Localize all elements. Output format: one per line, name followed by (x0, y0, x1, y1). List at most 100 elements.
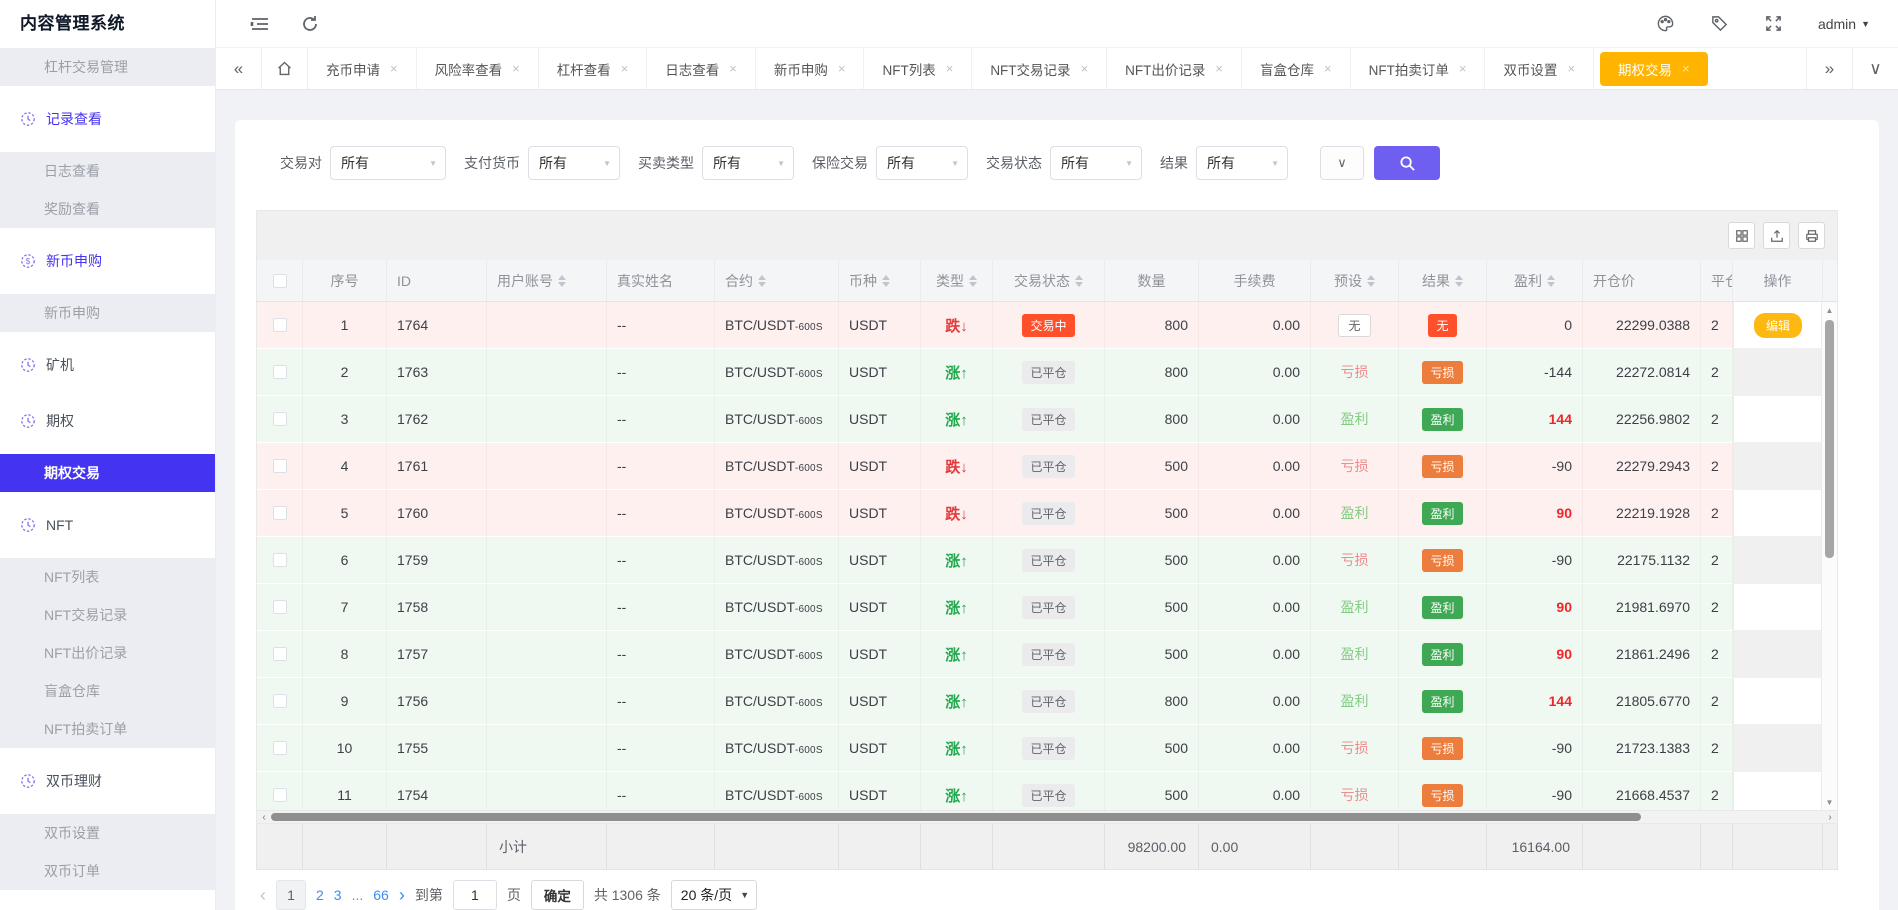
tab-期权交易[interactable]: 期权交易× (1600, 52, 1708, 86)
filter-select-0[interactable]: 所有▼ (330, 146, 446, 180)
tab-日志查看[interactable]: 日志查看× (647, 48, 756, 89)
row-checkbox[interactable] (273, 365, 287, 379)
scroll-up-icon[interactable]: ▲ (1822, 302, 1837, 318)
close-icon[interactable]: × (1081, 61, 1089, 76)
tab-充币申请[interactable]: 充币申请× (308, 48, 417, 89)
sort-icon[interactable] (1455, 275, 1463, 287)
tab-NFT交易记录[interactable]: NFT交易记录× (972, 48, 1107, 89)
sidebar-item-4[interactable]: $新币申购 (0, 238, 215, 284)
row-checkbox[interactable] (273, 647, 287, 661)
sidebar-item-1[interactable]: 记录查看 (0, 96, 215, 142)
sidebar-item-10[interactable]: NFT列表 (0, 558, 215, 596)
row-checkbox[interactable] (273, 553, 287, 567)
scroll-right-icon[interactable]: › (1823, 811, 1837, 823)
tab-NFT拍卖订单[interactable]: NFT拍卖订单× (1351, 48, 1486, 89)
goto-page-input[interactable] (453, 880, 497, 910)
refresh-icon[interactable] (300, 14, 320, 34)
horizontal-scroll-thumb[interactable] (271, 813, 1641, 821)
sidebar-item-11[interactable]: NFT交易记录 (0, 596, 215, 634)
row-checkbox[interactable] (273, 506, 287, 520)
sort-icon[interactable] (882, 275, 890, 287)
column-settings-button[interactable] (1728, 222, 1755, 249)
filter-select-5[interactable]: 所有▼ (1196, 146, 1288, 180)
page-number[interactable]: 66 (373, 887, 389, 903)
filter-select-4[interactable]: 所有▼ (1050, 146, 1142, 180)
tab-NFT列表[interactable]: NFT列表× (864, 48, 972, 89)
current-page[interactable]: 1 (276, 880, 306, 910)
sort-icon[interactable] (758, 275, 766, 287)
sidebar-item-13[interactable]: 盲盒仓库 (0, 672, 215, 710)
home-tab-button[interactable] (262, 48, 308, 89)
filter-select-1[interactable]: 所有▼ (528, 146, 620, 180)
tab-双币设置[interactable]: 双币设置× (1485, 48, 1594, 89)
close-icon[interactable]: × (621, 61, 629, 76)
print-button[interactable] (1798, 222, 1825, 249)
close-icon[interactable]: × (1567, 61, 1575, 76)
sidebar-item-12[interactable]: NFT出价记录 (0, 634, 215, 672)
sort-icon[interactable] (558, 275, 566, 287)
close-icon[interactable]: × (729, 61, 737, 76)
sidebar-item-17[interactable]: 双币订单 (0, 852, 215, 890)
theme-palette-icon[interactable] (1656, 14, 1676, 34)
tabs-menu-button[interactable]: ∨ (1852, 48, 1898, 89)
page-number[interactable]: 2 (316, 887, 324, 903)
row-checkbox[interactable] (273, 741, 287, 755)
tabs-scroll-left-button[interactable]: « (216, 48, 262, 89)
sidebar-item-2[interactable]: 日志查看 (0, 152, 215, 190)
sidebar-item-16[interactable]: 双币设置 (0, 814, 215, 852)
menu-collapse-icon[interactable] (250, 14, 270, 34)
close-icon[interactable]: × (946, 61, 954, 76)
filter-select-2[interactable]: 所有▼ (702, 146, 794, 180)
row-checkbox[interactable] (273, 694, 287, 708)
user-menu[interactable]: admin ▼ (1818, 16, 1870, 32)
next-page-button[interactable]: › (399, 885, 405, 906)
fullscreen-icon[interactable] (1764, 14, 1784, 34)
sidebar-item-8[interactable]: 期权交易 (0, 454, 215, 492)
search-button[interactable] (1374, 146, 1440, 180)
col-header-preset[interactable]: 预设 (1311, 260, 1399, 301)
tab-盲盒仓库[interactable]: 盲盒仓库× (1242, 48, 1351, 89)
tab-风险率查看[interactable]: 风险率查看× (417, 48, 539, 89)
page-number[interactable]: 3 (334, 887, 342, 903)
page-size-select[interactable]: 20 条/页▼ (671, 880, 757, 910)
sidebar-item-14[interactable]: NFT拍卖订单 (0, 710, 215, 748)
row-checkbox[interactable] (273, 600, 287, 614)
close-icon[interactable]: × (390, 61, 398, 76)
close-icon[interactable]: × (1459, 61, 1467, 76)
row-checkbox[interactable] (273, 318, 287, 332)
select-all-checkbox[interactable] (273, 274, 287, 288)
sort-icon[interactable] (1075, 275, 1083, 287)
sidebar-item-3[interactable]: 奖励查看 (0, 190, 215, 228)
col-header-coin[interactable]: 币种 (839, 260, 921, 301)
scroll-down-icon[interactable]: ▼ (1822, 794, 1837, 810)
sidebar-item-6[interactable]: 矿机 (0, 342, 215, 388)
filters-expand-button[interactable]: ∨ (1320, 146, 1364, 180)
sidebar-item-9[interactable]: NFT (0, 502, 215, 548)
vertical-scrollbar[interactable]: ▲ ▼ (1821, 302, 1837, 810)
sort-icon[interactable] (969, 275, 977, 287)
sidebar-item-0[interactable]: 杠杆交易管理 (0, 48, 215, 86)
horizontal-scrollbar[interactable]: ‹ › (256, 811, 1838, 824)
close-icon[interactable]: × (1682, 61, 1690, 76)
row-checkbox[interactable] (273, 788, 287, 802)
tag-icon[interactable] (1710, 14, 1730, 34)
sort-icon[interactable] (1547, 275, 1555, 287)
scroll-left-icon[interactable]: ‹ (257, 811, 271, 823)
close-icon[interactable]: × (1215, 61, 1223, 76)
edit-button[interactable]: 编辑 (1754, 313, 1802, 338)
row-checkbox[interactable] (273, 412, 287, 426)
sidebar-item-5[interactable]: 新币申购 (0, 294, 215, 332)
tab-新币申购[interactable]: 新币申购× (756, 48, 865, 89)
col-header-contract[interactable]: 合约 (715, 260, 839, 301)
tab-NFT出价记录[interactable]: NFT出价记录× (1107, 48, 1242, 89)
col-header-type[interactable]: 类型 (921, 260, 993, 301)
close-icon[interactable]: × (1324, 61, 1332, 76)
sort-icon[interactable] (1367, 275, 1375, 287)
close-icon[interactable]: × (838, 61, 846, 76)
col-header-result[interactable]: 结果 (1399, 260, 1487, 301)
close-icon[interactable]: × (512, 61, 520, 76)
filter-select-3[interactable]: 所有▼ (876, 146, 968, 180)
sidebar-item-15[interactable]: 双币理财 (0, 758, 215, 804)
tab-杠杆查看[interactable]: 杠杆查看× (539, 48, 648, 89)
col-header-profit[interactable]: 盈利 (1487, 260, 1583, 301)
